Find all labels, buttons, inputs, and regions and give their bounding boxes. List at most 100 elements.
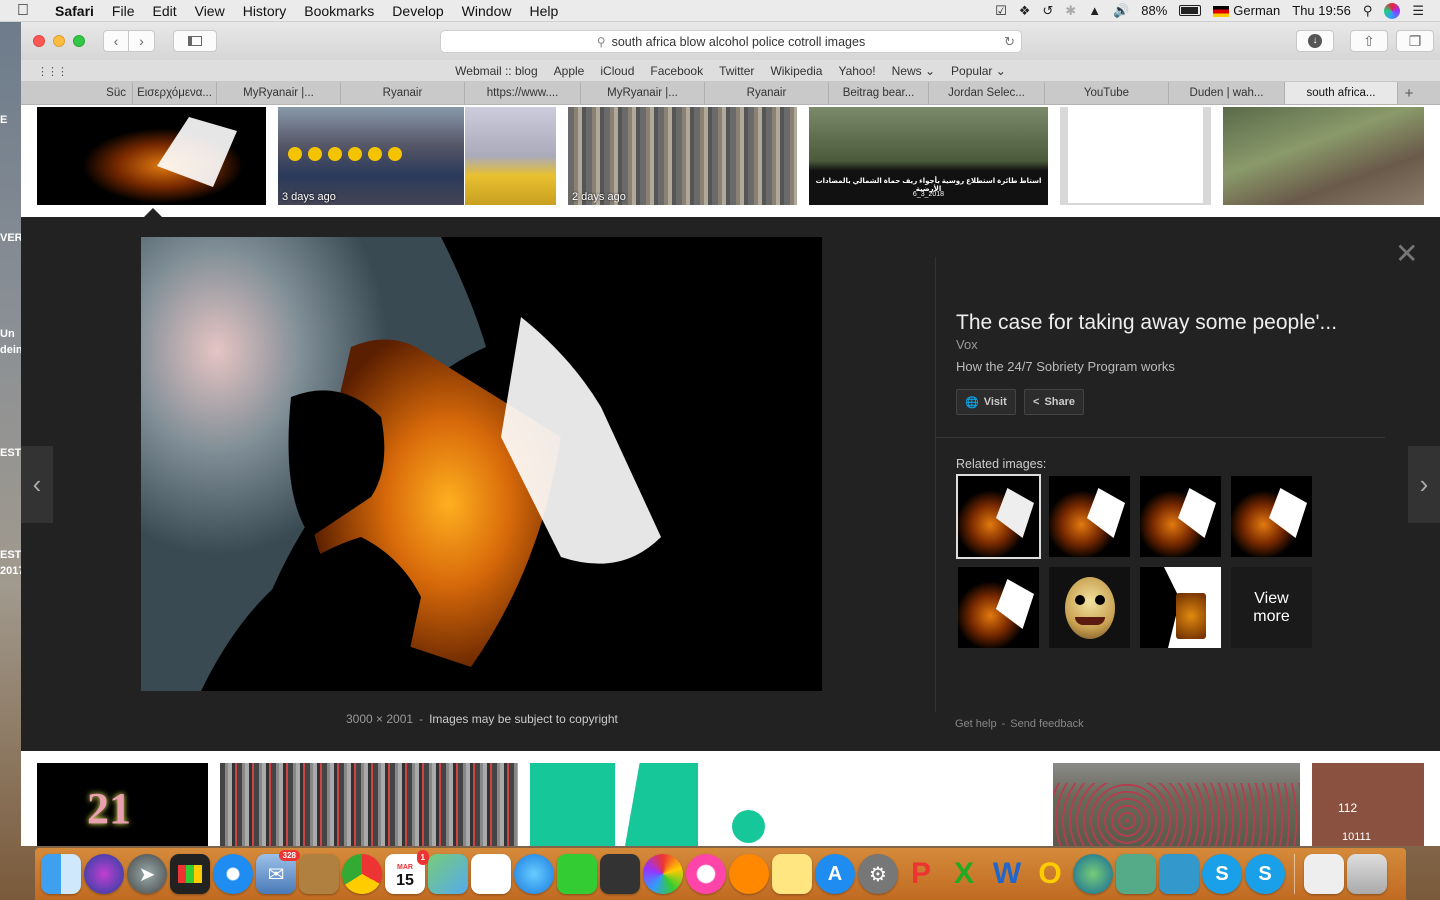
people-icon[interactable] (1159, 854, 1199, 894)
image-title[interactable]: The case for taking away some people'... (956, 311, 1337, 335)
battery-icon[interactable] (1179, 5, 1202, 16)
skype-icon[interactable]: S (1245, 854, 1285, 894)
back-button[interactable]: ‹ (103, 30, 129, 52)
dashboard-icon[interactable] (170, 854, 210, 894)
menu-app-name[interactable]: Safari (46, 3, 103, 19)
get-help-link[interactable]: Get help (955, 718, 997, 730)
result-image[interactable]: 2 days ago (568, 107, 797, 205)
finder-icon[interactable] (41, 854, 81, 894)
tab-2[interactable]: Εισερχόμενα... (133, 82, 217, 104)
trash-icon[interactable] (1347, 854, 1387, 894)
result-image[interactable]: 21 (37, 763, 208, 846)
menu-edit[interactable]: Edit (143, 3, 185, 19)
result-image[interactable] (732, 810, 765, 843)
tab-12-active[interactable]: south africa... (1285, 82, 1398, 104)
chrome-icon[interactable] (342, 854, 382, 894)
word-icon[interactable]: W (987, 854, 1027, 894)
result-image[interactable]: استاط طائرة استطلاع روسية بأجواء ريف حما… (809, 107, 1048, 205)
photos-icon[interactable] (643, 854, 683, 894)
result-image[interactable] (1053, 763, 1300, 846)
tab-overview-button[interactable]: ❐ (1396, 30, 1434, 52)
minimize-window-button[interactable] (53, 35, 65, 47)
favorite-facebook[interactable]: Facebook (642, 64, 711, 78)
tab-7[interactable]: Ryanair (705, 82, 829, 104)
siri-icon[interactable] (84, 854, 124, 894)
time-machine-icon[interactable]: ↺ (1042, 3, 1053, 19)
share-image-button[interactable]: < Share (1024, 389, 1085, 415)
facetime-icon[interactable] (557, 854, 597, 894)
result-image[interactable] (465, 107, 556, 205)
tab-10[interactable]: YouTube (1045, 82, 1169, 104)
related-image-thumb[interactable] (1140, 476, 1221, 557)
app-store-icon[interactable]: A (815, 854, 855, 894)
reminders-icon[interactable] (471, 854, 511, 894)
forward-button[interactable]: › (129, 30, 155, 52)
visit-button[interactable]: 🌐 Visit (956, 389, 1016, 415)
powerpoint-icon[interactable]: P (901, 854, 941, 894)
tab-4[interactable]: Ryanair (341, 82, 465, 104)
related-image-thumb[interactable] (956, 474, 1041, 559)
input-source[interactable]: German (1213, 3, 1280, 18)
outlook-icon[interactable]: O (1030, 854, 1070, 894)
tab-9[interactable]: Jordan Selec... (929, 82, 1045, 104)
close-icon[interactable]: ✕ (1395, 237, 1418, 270)
apple-icon[interactable]:  (0, 2, 46, 20)
new-tab-button[interactable]: + (1398, 82, 1420, 104)
menu-develop[interactable]: Develop (383, 3, 452, 19)
system-preferences-icon[interactable]: ⚙ (858, 854, 898, 894)
result-image[interactable] (220, 763, 518, 846)
menu-window[interactable]: Window (453, 3, 521, 19)
favorite-apple[interactable]: Apple (546, 64, 593, 78)
volume-icon[interactable]: 🔊 (1113, 3, 1129, 19)
notes-icon[interactable] (772, 854, 812, 894)
notification-center-icon[interactable]: ☰ (1412, 3, 1424, 19)
close-window-button[interactable] (33, 35, 45, 47)
tab-8[interactable]: Beitrag bear... (829, 82, 929, 104)
checkmark-icon[interactable]: ☑ (995, 3, 1007, 19)
battery-percent[interactable]: 88% (1141, 3, 1167, 18)
network-icon[interactable] (1116, 854, 1156, 894)
downloads-stack-icon[interactable] (1304, 854, 1344, 894)
tab-5[interactable]: https://www.... (465, 82, 581, 104)
globe-icon[interactable] (1073, 854, 1113, 894)
mail-icon[interactable]: ✉ 328 (256, 850, 300, 894)
siri-icon[interactable] (1384, 2, 1401, 19)
address-bar[interactable]: ⚲ south africa blow alcohol police cotro… (440, 30, 1022, 53)
skype-icon[interactable]: S (1202, 854, 1242, 894)
previous-image-button[interactable]: ‹ (21, 446, 53, 523)
send-feedback-link[interactable]: Send feedback (1010, 718, 1083, 730)
tab-11[interactable]: Duden | wah... (1169, 82, 1285, 104)
favorite-news[interactable]: News ⌄ (884, 64, 943, 78)
result-image[interactable]: 112 10111 (1312, 763, 1424, 846)
favorite-twitter[interactable]: Twitter (711, 64, 762, 78)
result-image[interactable] (530, 763, 698, 846)
clock[interactable]: Thu 19:56 (1292, 3, 1351, 18)
next-image-button[interactable]: › (1408, 446, 1440, 523)
grid-icon[interactable]: ⋮⋮⋮ (37, 65, 68, 78)
favorite-yahoo[interactable]: Yahoo! (830, 64, 883, 78)
favorite-wikipedia[interactable]: Wikipedia (762, 64, 830, 78)
fullscreen-window-button[interactable] (73, 35, 85, 47)
related-image-thumb[interactable] (1049, 476, 1130, 557)
related-image-thumb[interactable] (958, 567, 1039, 648)
menu-history[interactable]: History (234, 3, 296, 19)
result-image[interactable] (37, 107, 266, 205)
related-image-thumb[interactable] (1140, 567, 1221, 648)
result-image[interactable]: 3 days ago (278, 107, 464, 205)
wifi-icon[interactable]: ▲ (1088, 3, 1101, 18)
contacts-icon[interactable] (299, 854, 339, 894)
related-image-thumb[interactable] (1231, 476, 1312, 557)
safari-icon[interactable] (213, 854, 253, 894)
menu-bookmarks[interactable]: Bookmarks (295, 3, 383, 19)
itunes-icon[interactable]: ♫ (686, 854, 726, 894)
messages-icon[interactable] (514, 854, 554, 894)
favorite-webmail[interactable]: Webmail :: blog (447, 64, 545, 78)
menu-view[interactable]: View (186, 3, 234, 19)
dropbox-icon[interactable]: ❖ (1019, 3, 1031, 19)
launchpad-icon[interactable]: ➤ (127, 854, 167, 894)
share-button[interactable]: ⇧ (1350, 30, 1388, 52)
related-image-thumb[interactable] (1049, 567, 1130, 648)
excel-icon[interactable]: X (944, 854, 984, 894)
menu-help[interactable]: Help (520, 3, 567, 19)
ibooks-icon[interactable] (729, 854, 769, 894)
